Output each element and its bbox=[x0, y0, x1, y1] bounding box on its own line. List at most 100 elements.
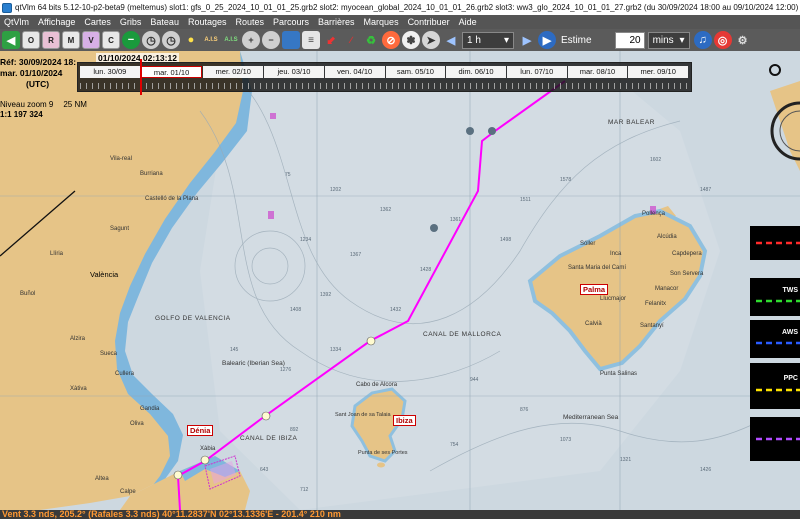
label-manacor: Manacor bbox=[655, 286, 679, 292]
label-sant-joan: Sant Joan de sa Talaia bbox=[335, 412, 391, 418]
menu-barrieres[interactable]: Barrières bbox=[318, 17, 355, 27]
recycle-icon[interactable]: ♻ bbox=[362, 31, 380, 49]
ref-date: Réf: 30/09/2024 18: bbox=[0, 57, 77, 67]
chart-layer-icon[interactable] bbox=[282, 31, 300, 49]
label-xabia: Xàbia bbox=[200, 446, 216, 452]
menu-routes[interactable]: Routes bbox=[235, 17, 264, 27]
label-altea: Altea bbox=[95, 476, 109, 482]
legend-ppc: PPC bbox=[750, 363, 800, 409]
label-son-servera: Son Servera bbox=[670, 271, 704, 277]
ais-2-button[interactable]: A.I.S bbox=[222, 31, 240, 49]
svg-text:1408: 1408 bbox=[290, 307, 301, 313]
timeline-day[interactable]: mer. 09/10 bbox=[628, 66, 689, 78]
timeline-days: lun. 30/09 mar. 01/10 mer. 02/10 jeu. 03… bbox=[80, 66, 689, 78]
menu-bateau[interactable]: Bateau bbox=[150, 17, 179, 27]
svg-text:1321: 1321 bbox=[620, 457, 631, 463]
unit-select[interactable]: mins ▾ bbox=[647, 31, 690, 49]
label-soller: Sóller bbox=[580, 241, 596, 247]
svg-text:1428: 1428 bbox=[420, 267, 431, 273]
ais-button[interactable]: A.I.S bbox=[202, 31, 220, 49]
city-ibiza[interactable]: Ibiza bbox=[393, 415, 416, 426]
lifebuoy-icon[interactable]: ◎ bbox=[713, 31, 732, 49]
mode-v-button[interactable]: V bbox=[82, 31, 100, 49]
label-vila-real: Vila-real bbox=[110, 156, 132, 162]
compass-icon[interactable] bbox=[769, 64, 781, 76]
zoom-out-icon[interactable]: − bbox=[262, 31, 280, 49]
mode-c-button[interactable]: C bbox=[102, 31, 120, 49]
menu-parcours[interactable]: Parcours bbox=[273, 17, 309, 27]
label-oliva: Oliva bbox=[130, 421, 144, 427]
svg-text:1426: 1426 bbox=[700, 467, 711, 473]
chevron-down-icon-2: ▾ bbox=[679, 34, 685, 46]
clock2-icon[interactable]: ◷ bbox=[162, 31, 180, 49]
svg-text:643: 643 bbox=[260, 467, 269, 473]
legend-tws-line bbox=[756, 299, 800, 303]
chart-map[interactable]: 75 1202 1362 1234 1367 1428 1392 1408 1432 136… bbox=[0, 51, 800, 510]
no-entry-icon[interactable]: ⊘ bbox=[382, 31, 400, 49]
minus-circle-icon[interactable]: − bbox=[122, 31, 140, 49]
svg-text:1487: 1487 bbox=[700, 187, 711, 193]
legend-wind bbox=[750, 226, 800, 260]
menu-affichage[interactable]: Affichage bbox=[38, 17, 75, 27]
city-palma[interactable]: Palma bbox=[580, 284, 609, 295]
label-sueca: Sueca bbox=[100, 351, 118, 357]
timeline-cursor[interactable] bbox=[140, 59, 142, 95]
mode-r-button[interactable]: R bbox=[42, 31, 60, 49]
zoom-in-icon[interactable]: + bbox=[242, 31, 260, 49]
timeline-day[interactable]: lun. 07/10 bbox=[506, 66, 567, 78]
grid-icon[interactable]: ≡ bbox=[302, 31, 320, 49]
wheel-icon[interactable]: ✽ bbox=[402, 31, 420, 49]
timeline-day[interactable]: lun. 30/09 bbox=[80, 66, 140, 78]
timeline-day[interactable]: mer. 02/10 bbox=[203, 66, 264, 78]
label-castello: Castelló de la Plana bbox=[145, 196, 199, 202]
next-step-icon[interactable]: ▶ bbox=[518, 31, 536, 49]
label-burriana: Burriana bbox=[140, 171, 163, 177]
map-canvas[interactable]: 75 1202 1362 1234 1367 1428 1392 1408 1432 136… bbox=[0, 51, 800, 510]
navigate-icon[interactable]: ➤ bbox=[422, 31, 440, 49]
label-cullera: Cullera bbox=[115, 371, 135, 377]
lightbulb-icon[interactable]: ● bbox=[182, 31, 200, 49]
svg-text:892: 892 bbox=[290, 427, 299, 433]
route-arrow-icon[interactable]: ⬋ bbox=[322, 31, 340, 49]
prev-step-icon[interactable]: ◀ bbox=[442, 31, 460, 49]
step-select[interactable]: 1 h ▾ bbox=[462, 31, 514, 49]
timeline-day[interactable]: dim. 06/10 bbox=[446, 66, 506, 78]
timeline-bar[interactable]: lun. 30/09 mar. 01/10 mer. 02/10 jeu. 03… bbox=[77, 59, 692, 95]
settings-icon[interactable]: ⚙ bbox=[734, 31, 752, 49]
timeline-day[interactable]: sam. 05/10 bbox=[385, 66, 446, 78]
timeline-day[interactable]: ven. 04/10 bbox=[324, 66, 385, 78]
estime-input[interactable]: 20 bbox=[614, 31, 645, 49]
ruler-icon[interactable]: ∕ bbox=[342, 31, 360, 49]
label-calpe: Calpe bbox=[120, 489, 136, 495]
svg-text:1498: 1498 bbox=[500, 237, 511, 243]
svg-text:1432: 1432 bbox=[390, 307, 401, 313]
menu-qtvlm[interactable]: QtVlm bbox=[4, 17, 29, 27]
timeline-day[interactable]: mar. 08/10 bbox=[567, 66, 628, 78]
mode-o-button[interactable]: O bbox=[22, 31, 40, 49]
chevron-down-icon: ▾ bbox=[503, 34, 509, 46]
timeline-ticks bbox=[80, 83, 689, 89]
menu-marques[interactable]: Marques bbox=[364, 17, 399, 27]
menu-gribs[interactable]: Gribs bbox=[120, 17, 142, 27]
menu-aide[interactable]: Aide bbox=[459, 17, 477, 27]
svg-text:1202: 1202 bbox=[330, 187, 341, 193]
mode-m-button[interactable]: M bbox=[62, 31, 80, 49]
play-icon[interactable]: ▶ bbox=[538, 31, 556, 49]
clock-icon[interactable]: ◷ bbox=[142, 31, 160, 49]
svg-text:75: 75 bbox=[285, 172, 291, 178]
label-felanitx: Felanitx bbox=[645, 301, 667, 307]
timeline-day-selected[interactable]: mar. 01/10 bbox=[140, 66, 203, 78]
zoom-level: Niveau zoom 9 bbox=[0, 100, 54, 109]
menu-routages[interactable]: Routages bbox=[188, 17, 227, 27]
app-icon bbox=[2, 2, 12, 13]
back-arrow-icon[interactable]: ◀ bbox=[2, 31, 20, 49]
city-denia[interactable]: Dénia bbox=[187, 425, 214, 436]
timeline-day[interactable]: jeu. 03/10 bbox=[264, 66, 324, 78]
menu-cartes[interactable]: Cartes bbox=[84, 17, 111, 27]
legend-tws-label: TWS bbox=[782, 287, 798, 294]
bell-icon[interactable]: ♫ bbox=[693, 31, 712, 49]
svg-text:145: 145 bbox=[230, 347, 239, 353]
status-bar: Vent 3.3 nds, 205.2° (Rafales 3.3 nds) 4… bbox=[0, 510, 800, 519]
label-canal-mallorca: CANAL DE MALLORCA bbox=[423, 331, 502, 338]
menu-contribuer[interactable]: Contribuer bbox=[408, 17, 450, 27]
